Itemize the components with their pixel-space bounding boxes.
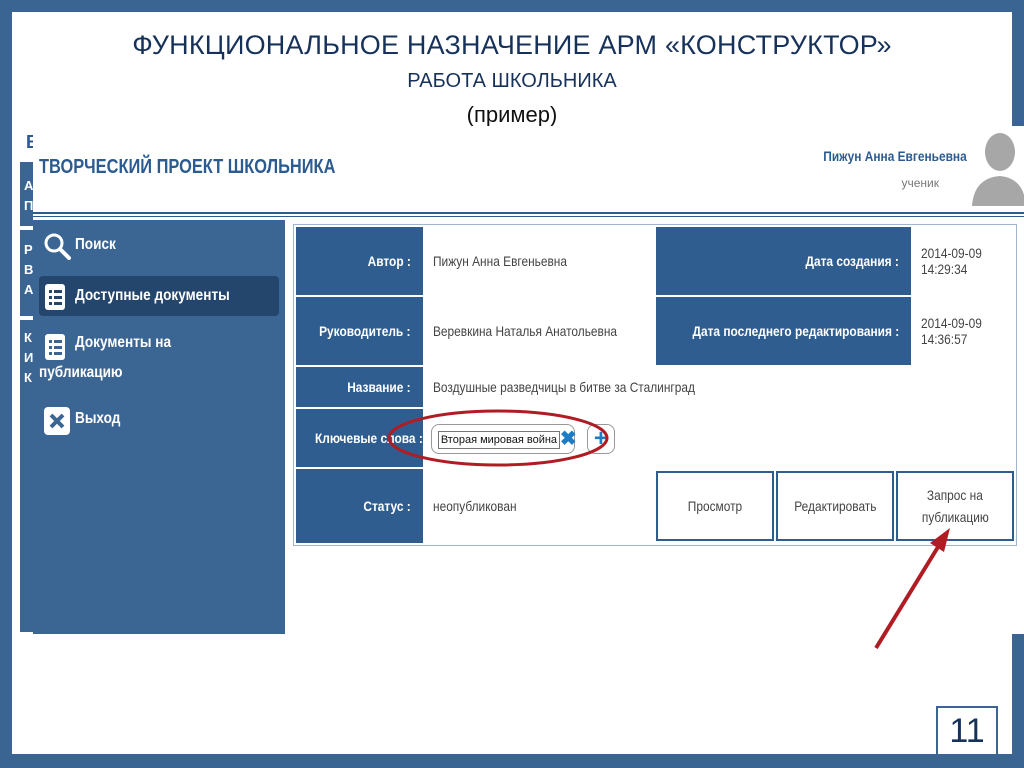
highlight-ellipse (387, 409, 609, 467)
pointer-arrow (874, 545, 940, 650)
arrow-head (930, 528, 950, 552)
page-number: 11 (936, 706, 998, 756)
annotation-overlay (387, 409, 950, 650)
